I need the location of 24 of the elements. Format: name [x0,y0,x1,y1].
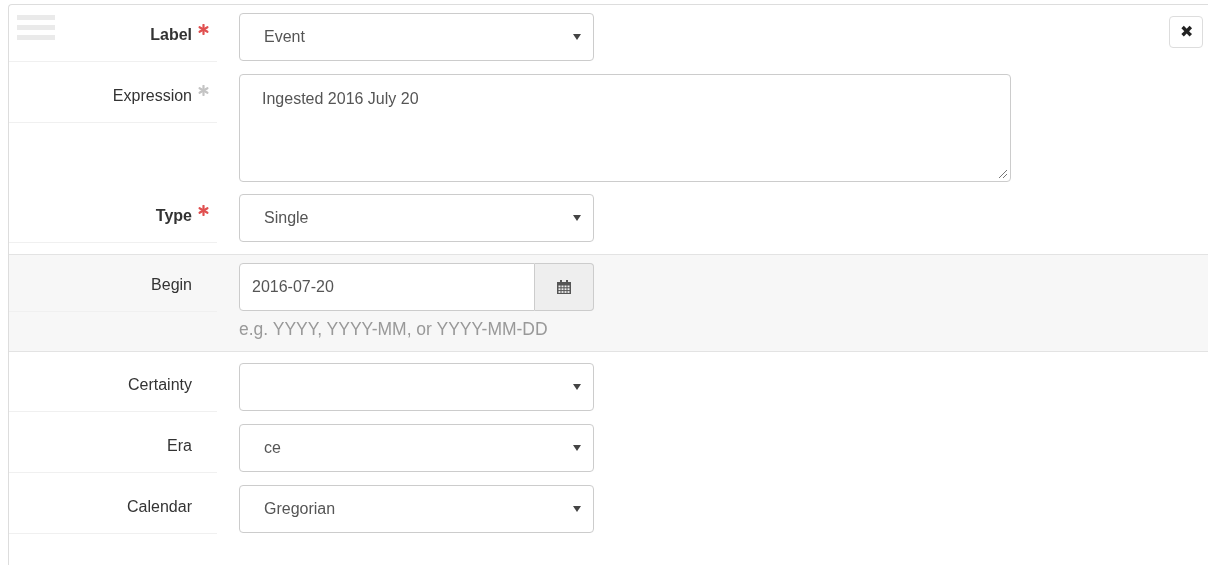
text-area[interactable]: Ingested 2016 July 20 [239,74,1011,182]
select-field[interactable]: Single [239,194,594,242]
calendar-icon [557,280,571,294]
caret-icon [573,34,581,40]
select-field[interactable]: Gregorian [239,485,594,533]
field-label: Era [167,436,192,456]
calendar-button[interactable] [535,263,594,311]
caret-icon [573,445,581,451]
select-field[interactable] [239,363,594,411]
caret-icon [573,506,581,512]
help-text: e.g. YYYY, YYYY-MM, or YYYY-MM-DD [239,318,549,341]
field-label: Type [155,206,192,226]
field-label: Begin [151,275,192,295]
close-button[interactable]: ✖ [1169,16,1203,48]
caret-icon [573,384,581,390]
caret-icon [573,215,581,221]
select-field[interactable]: ce [239,424,594,472]
field-label: Label [150,25,192,45]
field-label: Expression [112,86,192,106]
field-label: Certainty [127,375,192,395]
date-field[interactable]: 2016-07-20 [239,263,535,311]
resize-handle-icon[interactable] [997,168,1007,178]
select-field[interactable]: Event [239,13,594,61]
field-label: Calendar [127,497,192,517]
